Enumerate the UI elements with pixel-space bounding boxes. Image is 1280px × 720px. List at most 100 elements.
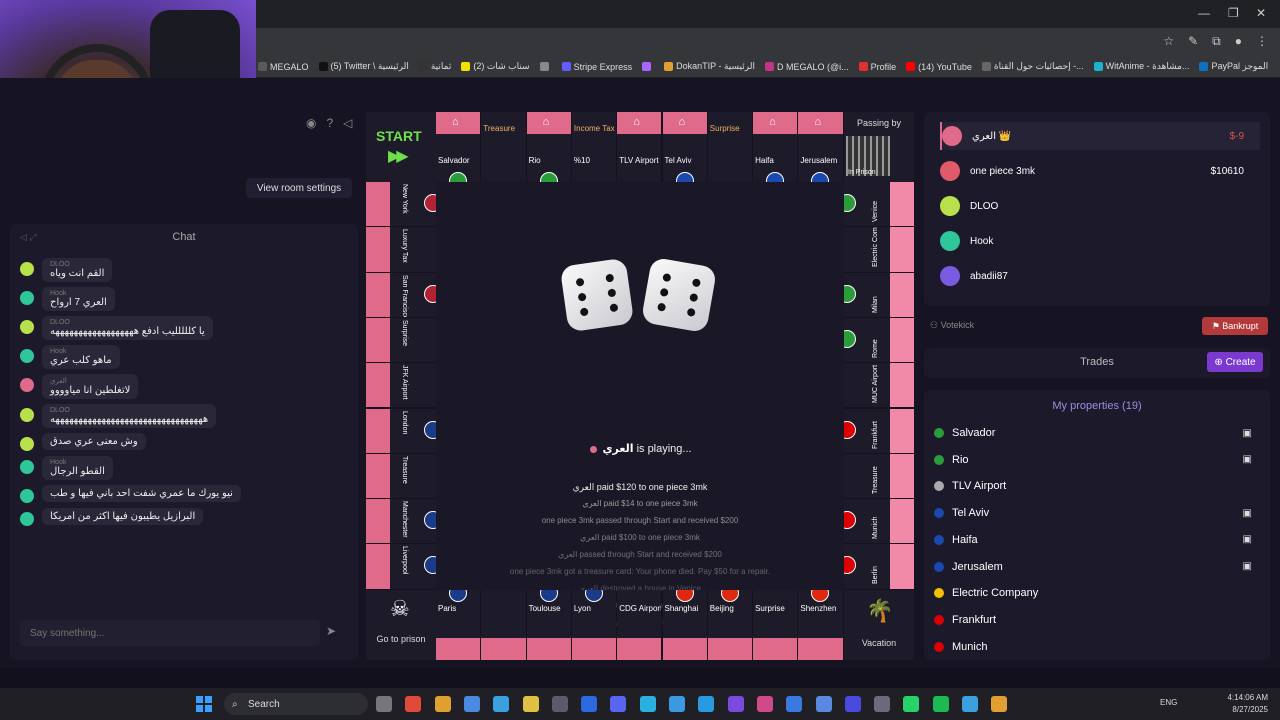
board-cell-left[interactable]: San Francisco	[366, 272, 436, 317]
board-cell-bottom[interactable]: CDG Airport	[617, 590, 662, 660]
board-cell-right[interactable]: Milan	[844, 272, 914, 317]
star-icon[interactable]: ☆	[1163, 34, 1174, 49]
votekick-button[interactable]: ⚇ Votekick	[930, 320, 974, 331]
taskbar-search[interactable]: ⌕ Search	[224, 693, 368, 715]
discord-icon[interactable]: ◉	[306, 116, 316, 130]
bookmark-item[interactable]: PayPal الموجز	[1199, 61, 1268, 72]
menu-icon[interactable]: ⋮	[1256, 34, 1268, 49]
bookmark-item[interactable]: MEGALO	[258, 62, 309, 72]
board-cell-right[interactable]: Venice	[844, 182, 914, 227]
taskbar-app-icon[interactable]	[581, 696, 598, 712]
bankrupt-button[interactable]: ⚑ Bankrupt	[1202, 317, 1268, 335]
taskbar-app-icon[interactable]	[815, 696, 832, 712]
board-cell-left[interactable]: Liverpool	[366, 544, 436, 589]
board-cell-right[interactable]: Rome	[844, 317, 914, 363]
board-cell-right[interactable]: Treasure	[844, 453, 914, 499]
bookmark-item[interactable]	[539, 62, 552, 71]
player-row[interactable]: العري 👑 $-9	[940, 122, 1260, 150]
board-cell-bottom[interactable]	[481, 590, 526, 660]
board-cell-right[interactable]: Berlin	[844, 544, 914, 589]
player-row[interactable]: DLOO	[940, 192, 1260, 220]
board-cell-left[interactable]: Surprise	[366, 317, 436, 363]
chat-input[interactable]	[20, 620, 320, 646]
windows-start-icon[interactable]	[196, 696, 212, 712]
board-cell-bottom[interactable]: Shenzhen	[798, 590, 843, 660]
board-cell-left[interactable]: New York	[366, 182, 436, 227]
board-cell-right[interactable]: MUC Airport	[844, 363, 914, 408]
view-room-settings-button[interactable]: View room settings	[246, 178, 352, 198]
taskbar-app-icon[interactable]	[463, 696, 480, 712]
bookmark-item[interactable]: (5) Twitter \ الرئيسية	[318, 61, 409, 72]
board-cell-top[interactable]: Surprise	[707, 112, 753, 182]
profile-icon[interactable]: ●	[1235, 34, 1242, 49]
board-cell-top[interactable]: ⌂ TLV Airport	[617, 112, 662, 182]
taskbar-app-icon[interactable]	[669, 696, 685, 712]
taskbar-app-icon[interactable]	[551, 696, 568, 712]
chat-header-icons[interactable]: ◁ ⤢	[20, 232, 37, 243]
player-row[interactable]: Hook	[940, 227, 1260, 255]
board-cell-bottom[interactable]: Toulouse	[526, 590, 571, 660]
board-cell-top[interactable]: ⌂ Haifa	[753, 112, 798, 182]
property-item[interactable]: Rio ▣	[934, 449, 1260, 471]
board-cell-right[interactable]: Munich	[844, 499, 914, 544]
close-icon[interactable]: ✕	[1256, 6, 1266, 20]
board-cell-bottom[interactable]: Surprise	[753, 590, 798, 660]
bookmark-item[interactable]: (14) YouTube	[906, 62, 972, 72]
bookmark-item[interactable]: ثمانية	[418, 61, 451, 72]
taskbar-app-icon[interactable]	[844, 696, 861, 712]
board-cell-top[interactable]: ⌂ Tel Aviv	[662, 112, 707, 182]
board-cell-right[interactable]: Electric Company	[844, 227, 914, 272]
board-cell-bottom[interactable]: Beijing	[707, 590, 753, 660]
board-cell-right[interactable]: Frankfurt	[844, 408, 914, 453]
taskbar-clock[interactable]: 4:14:06 AM 8/27/2025	[1228, 692, 1268, 716]
board-cell-bottom[interactable]: Shanghai	[662, 590, 707, 660]
player-row[interactable]: one piece 3mk $10610	[940, 157, 1260, 185]
send-icon[interactable]: ➤	[326, 624, 336, 638]
board-cell-bottom[interactable]: Lyon	[571, 590, 617, 660]
board-cell-left[interactable]: Treasure	[366, 453, 436, 499]
taskbar-lang[interactable]: ENG	[1160, 698, 1177, 707]
board-cell-left[interactable]: Luxury Tax	[366, 227, 436, 272]
bookmark-item[interactable]: Profile	[858, 62, 896, 72]
taskbar-app-icon[interactable]	[991, 696, 1008, 712]
property-item[interactable]: Frankfurt	[934, 609, 1260, 631]
help-icon[interactable]: ?	[326, 116, 333, 130]
board-cell-top[interactable]: ⌂ Salvador	[436, 112, 481, 182]
board-cell-top[interactable]: ⌂ Jerusalem	[798, 112, 843, 182]
board-cell-left[interactable]: Manchester	[366, 499, 436, 544]
property-item[interactable]: Electric Company	[934, 582, 1260, 604]
create-trade-button[interactable]: ⊕ Create	[1207, 352, 1263, 372]
bookmark-item[interactable]: DokanTIP - الرئيسية	[664, 61, 755, 72]
taskbar-app-icon[interactable]	[786, 696, 803, 712]
extension-icon[interactable]: ✎	[1188, 34, 1198, 49]
taskbar-app-icon[interactable]	[727, 696, 744, 712]
property-item[interactable]: Tel Aviv ▣	[934, 502, 1260, 524]
taskbar-app-icon[interactable]	[903, 696, 920, 712]
puzzle-icon[interactable]: ⧉	[1212, 34, 1221, 49]
volume-icon[interactable]: ◁	[343, 116, 352, 130]
property-item[interactable]: TLV Airport	[934, 475, 1260, 497]
bookmark-item[interactable]: (2) سناب شات	[461, 61, 530, 72]
board-cell-top[interactable]: Income Tax %10	[571, 112, 617, 182]
taskbar-app-icon[interactable]	[376, 696, 392, 712]
board-cell-left[interactable]: London	[366, 408, 436, 453]
property-item[interactable]: Salvador ▣	[934, 422, 1260, 444]
property-item[interactable]: Munich	[934, 636, 1260, 658]
bookmark-item[interactable]: Stripe Express	[561, 62, 632, 72]
player-row[interactable]: abadii87	[940, 262, 1260, 290]
taskbar-app-icon[interactable]	[698, 696, 715, 712]
board-cell-left[interactable]: JFK Airport	[366, 363, 436, 408]
property-item[interactable]: Jerusalem ▣	[934, 556, 1260, 578]
bookmark-item[interactable]: إحصائيات حول القناة -...	[981, 61, 1084, 72]
taskbar-app-icon[interactable]	[522, 696, 539, 712]
property-item[interactable]: Haifa ▣	[934, 529, 1260, 551]
taskbar-app-icon[interactable]	[405, 696, 422, 712]
taskbar-app-icon[interactable]	[874, 696, 891, 712]
restore-icon[interactable]: ❐	[1228, 6, 1239, 20]
bookmark-item[interactable]: WitAnime - مشاهدة...	[1093, 61, 1189, 72]
taskbar-app-icon[interactable]	[639, 696, 656, 712]
taskbar-app-icon[interactable]	[610, 696, 627, 712]
board-cell-bottom[interactable]: Paris	[436, 590, 481, 660]
taskbar-app-icon[interactable]	[932, 696, 949, 712]
minimize-icon[interactable]: —	[1198, 6, 1210, 20]
